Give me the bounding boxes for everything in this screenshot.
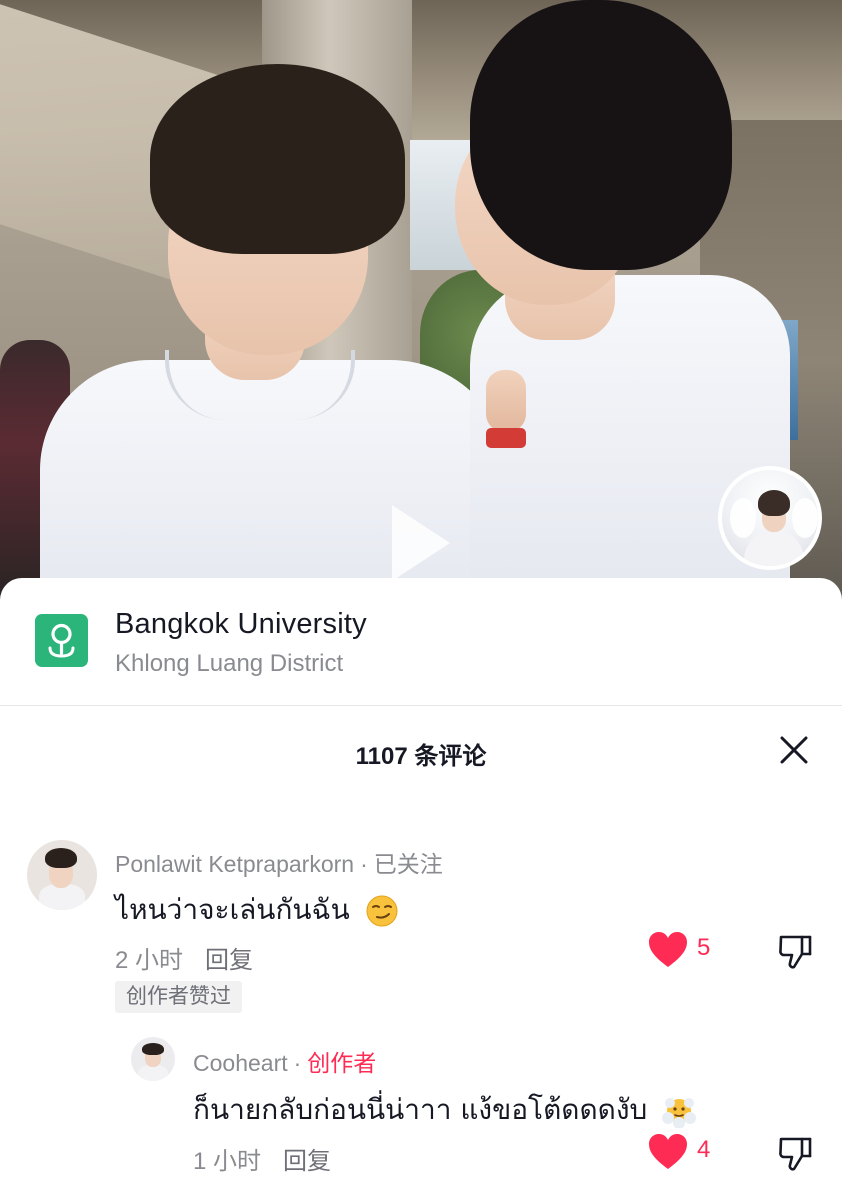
avatar-wing-right bbox=[792, 498, 818, 538]
like-count: 4 bbox=[697, 1136, 711, 1163]
comment-author-line: Cooheart · 创作者 bbox=[193, 1044, 376, 1078]
avatar-wing-left bbox=[730, 498, 756, 538]
like-count: 5 bbox=[697, 934, 711, 961]
comment-text: ก็นายกลับก่อนนี่น่าาา แง้ขอโต้ดดดงับ bbox=[193, 1088, 697, 1132]
comment-meta: 2 小时 回复 bbox=[115, 940, 253, 975]
comment-author[interactable]: Ponlawit Ketpraparkorn bbox=[115, 851, 354, 877]
location-subtitle: Khlong Luang District bbox=[115, 650, 344, 677]
commenter-avatar[interactable] bbox=[131, 1037, 175, 1081]
divider bbox=[0, 705, 842, 706]
reply-button[interactable]: 回复 bbox=[283, 1148, 331, 1175]
play-icon[interactable] bbox=[392, 505, 450, 581]
reply-button[interactable]: 回复 bbox=[205, 947, 253, 974]
location-pin-icon bbox=[35, 614, 88, 667]
comment-author-line: Ponlawit Ketpraparkorn · 已关注 bbox=[115, 845, 443, 879]
comment-text: ไหนว่าจะเล่นกันฉัน bbox=[115, 888, 399, 932]
comment-time: 1 小时 bbox=[193, 1148, 262, 1175]
avatar-hair bbox=[45, 848, 77, 868]
comments-count-header: 1107 条评论 bbox=[355, 743, 487, 770]
person-right-hair bbox=[470, 0, 732, 270]
smirking-face-icon bbox=[366, 895, 398, 927]
location-title: Bangkok University bbox=[115, 608, 367, 640]
separator: · bbox=[360, 851, 368, 877]
like-button[interactable]: 5 bbox=[647, 930, 727, 970]
avatar-hair bbox=[142, 1043, 164, 1055]
separator: · bbox=[293, 1050, 302, 1076]
heart-icon bbox=[649, 932, 687, 967]
creator-avatar[interactable] bbox=[718, 466, 822, 570]
avatar-body bbox=[744, 530, 804, 566]
comment-author[interactable]: Cooheart bbox=[193, 1050, 288, 1076]
comment-text-content: ไหนว่าจะเล่นกันฉัน bbox=[115, 893, 350, 926]
like-button[interactable]: 4 bbox=[647, 1132, 727, 1172]
comments-sheet: Bangkok University Khlong Luang District… bbox=[0, 578, 842, 1200]
wrist-band bbox=[486, 428, 526, 448]
location-row[interactable]: Bangkok University Khlong Luang District bbox=[0, 578, 842, 706]
creator-liked-badge: 创作者赞过 bbox=[115, 981, 242, 1013]
dislike-icon[interactable] bbox=[776, 1134, 814, 1172]
creator-tag: 创作者 bbox=[307, 1050, 377, 1076]
following-tag: 已关注 bbox=[373, 851, 443, 877]
avatar-hair bbox=[758, 490, 790, 516]
person-left-hair bbox=[150, 64, 405, 254]
video-player[interactable] bbox=[0, 0, 842, 600]
close-icon[interactable] bbox=[778, 734, 810, 766]
comment-text-content: ก็นายกลับก่อนนี่น่าาา แง้ขอโต้ดดดงับ bbox=[193, 1093, 648, 1126]
dislike-icon[interactable] bbox=[776, 932, 814, 970]
commenter-avatar[interactable] bbox=[27, 840, 97, 910]
avatar-body bbox=[138, 1065, 168, 1081]
comment-meta: 1 小时 回复 bbox=[193, 1141, 331, 1176]
face-in-clouds-icon bbox=[662, 1098, 697, 1128]
comment-time: 2 小时 bbox=[115, 947, 184, 974]
person-hand bbox=[486, 370, 526, 432]
heart-icon bbox=[649, 1134, 687, 1169]
